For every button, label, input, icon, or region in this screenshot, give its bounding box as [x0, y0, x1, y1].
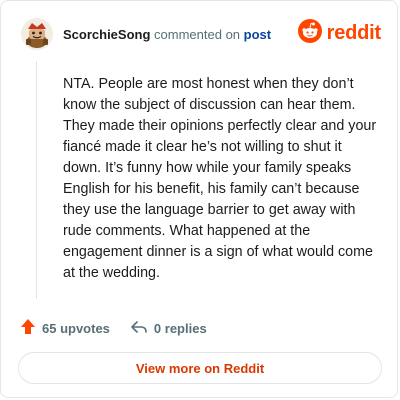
comment-body: NTA. People are most honest when they do…	[63, 76, 377, 281]
replies-count: 0 replies	[153, 320, 207, 336]
commented-on-text: commented on	[154, 27, 241, 42]
username-link[interactable]: ScorchieSong	[63, 27, 150, 42]
upvote-button[interactable]: 65 upvotes	[20, 318, 110, 338]
upvotes-count: 65 upvotes	[42, 320, 110, 336]
view-more-button[interactable]: View more on Reddit	[18, 352, 382, 384]
post-link[interactable]: post	[244, 27, 271, 42]
comment-embed-card: ScorchieSong commented on post reddit NT…	[0, 0, 398, 398]
reddit-snoo-icon	[297, 19, 322, 48]
reddit-wordmark: reddit	[326, 22, 382, 44]
comment-actions: 65 upvotes 0 replies	[20, 318, 207, 338]
thread-line	[36, 61, 37, 299]
reddit-brand-link[interactable]: reddit	[297, 19, 382, 48]
reply-arrow-icon	[130, 319, 154, 338]
reply-button[interactable]: 0 replies	[130, 319, 207, 338]
upvote-arrow-icon	[20, 318, 42, 338]
comment-header: ScorchieSong commented on post	[63, 27, 271, 43]
user-avatar-icon[interactable]	[20, 17, 54, 51]
